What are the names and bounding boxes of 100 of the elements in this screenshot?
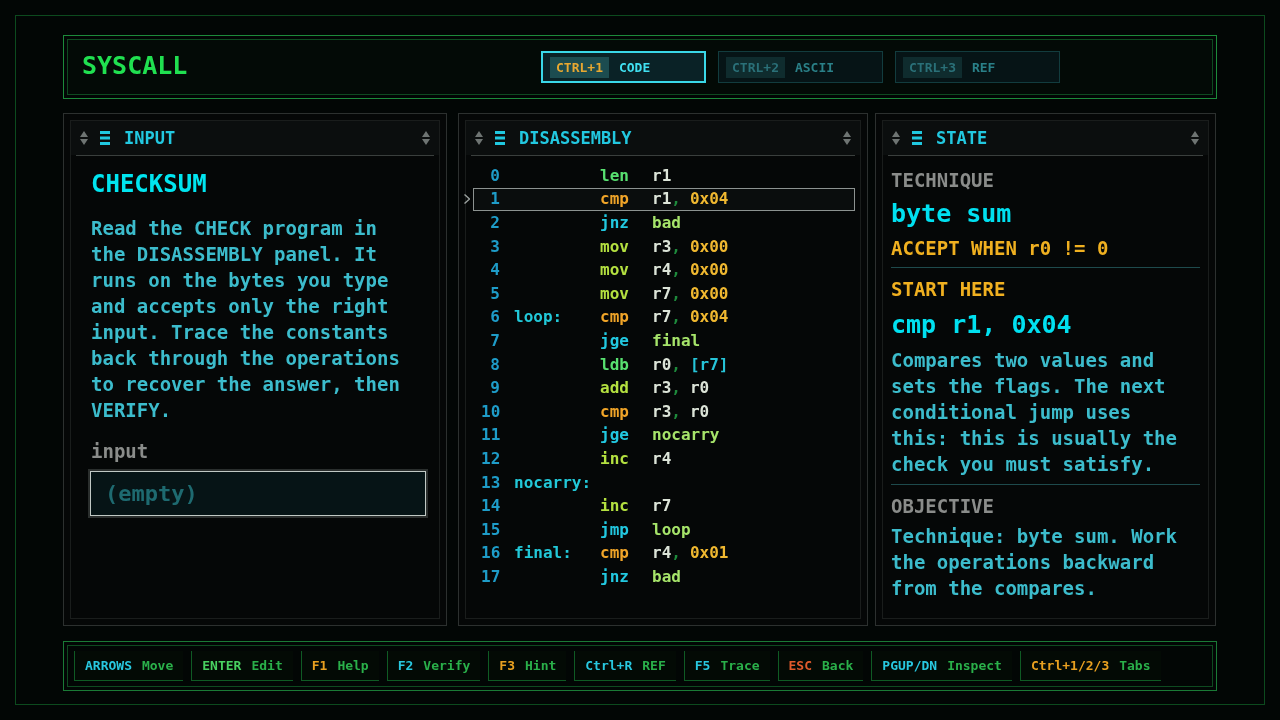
line-number: 9	[489, 377, 500, 400]
action-name: Verify	[423, 659, 471, 672]
operands: r4, 0x01	[652, 542, 729, 565]
challenge-heading: CHECKSUM	[91, 169, 208, 199]
technique-name: byte sum	[891, 199, 1013, 229]
panel-title: STATE	[936, 129, 988, 147]
mnemonic: cmp	[600, 307, 629, 327]
app-title: SYSCALL	[82, 51, 188, 80]
code-line[interactable]: 15 jmp loop	[473, 517, 855, 542]
mnemonic: add	[600, 378, 629, 398]
code-line[interactable]: 7 jge final	[473, 329, 855, 353]
objective-text: Technique: byte sum. Work the operations backward from the compares.	[891, 524, 1178, 601]
instructions-text: Read the CHECK program in the DISASSEMBLY panel. It runs on the bytes you type and accepts only the right input. Trace the constants back through the operations to recover the answer, then VERIFY.	[91, 216, 401, 423]
operands: r1	[652, 164, 672, 187]
field-label: input	[91, 439, 150, 463]
line-number: 5	[489, 282, 500, 305]
tab[interactable]: CTRL+2 ASCII	[718, 51, 883, 83]
key-name: ARROWS	[85, 659, 132, 672]
action-name: Hint	[525, 659, 557, 672]
mnemonic: jnz	[600, 566, 629, 586]
operands: loop	[652, 518, 691, 541]
line-number: 15	[481, 518, 500, 541]
input-field[interactable]: (empty)	[88, 469, 428, 518]
mnemonic: cmp	[600, 401, 629, 421]
code-line[interactable]: 11 jge nocarry	[473, 423, 855, 448]
up-down-arrows-icon	[475, 131, 483, 145]
mnemonic: jnz	[600, 213, 629, 232]
operands: bad	[652, 212, 681, 234]
action-name: Trace	[720, 659, 760, 672]
action-name: Help	[337, 659, 369, 672]
action-name: Inspect	[947, 659, 1002, 672]
start-instruction: cmp r1, 0x04	[891, 310, 1073, 340]
operands: r7, 0x04	[652, 306, 729, 329]
operands: r3, 0x00	[652, 235, 729, 258]
operands: nocarry	[652, 424, 720, 447]
line-number: 17	[481, 565, 500, 588]
accept-condition: ACCEPT WHEN r0 != 0	[891, 236, 1110, 260]
chevron-right-icon	[464, 194, 470, 205]
up-down-arrows-icon	[80, 131, 88, 145]
mnemonic: inc	[600, 496, 629, 516]
code-line[interactable]: 9 add r3, r0	[473, 376, 855, 400]
line-number: 2	[489, 212, 500, 234]
line-number: 8	[489, 353, 500, 376]
panel-title: INPUT	[124, 129, 176, 147]
code-line[interactable]: 13 nocarry:	[473, 470, 855, 495]
key-name: Ctrl+R	[585, 659, 633, 672]
code-label: nocarry:	[514, 472, 592, 492]
operands: r3, r0	[652, 377, 710, 400]
action-name: Tabs	[1119, 659, 1151, 672]
action-name: REF	[642, 659, 666, 672]
key-name: ESC	[788, 659, 813, 672]
key-name: F3	[499, 659, 515, 672]
code-line[interactable]: 14 inc r7	[473, 494, 855, 518]
mnemonic: ldb	[600, 354, 629, 374]
shortcut-badge: CTRL+3	[903, 56, 962, 78]
up-down-arrows-icon	[1191, 131, 1199, 145]
mnemonic: inc	[600, 448, 629, 468]
code-line[interactable]: 10 cmp r3, r0	[473, 399, 855, 424]
up-down-arrows-icon	[422, 131, 430, 145]
code-line[interactable]: 3 mov r3, 0x00	[473, 234, 855, 259]
key-name: F2	[397, 659, 414, 672]
line-number: 3	[489, 235, 500, 258]
section-label: OBJECTIVE	[891, 494, 995, 518]
tab[interactable]: CTRL+3 REF	[895, 51, 1060, 83]
code-line[interactable]: 5 mov r7, 0x00	[473, 281, 855, 306]
code-line[interactable]: 17 jnz bad	[473, 565, 855, 589]
instruction-description: Compares two values and sets the flags. The next conditional jump uses this: this is usually the check you must satisfy.	[891, 348, 1178, 477]
code-line[interactable]: 8 ldb r0, [r7]	[473, 352, 855, 377]
operands: r0, [r7]	[652, 353, 729, 376]
operands: bad	[652, 565, 681, 588]
section-label: START HERE	[891, 277, 1007, 301]
code-label: final:	[514, 543, 572, 563]
code-line[interactable]: 16 final: cmp r4, 0x01	[473, 541, 855, 566]
code-line[interactable]: 4 mov r4, 0x00	[473, 258, 855, 282]
mnemonic: len	[600, 165, 629, 185]
section-label: TECHNIQUE	[891, 168, 995, 192]
code-line[interactable]: 6 loop: cmp r7, 0x04	[473, 305, 855, 330]
operands: r3, r0	[652, 400, 710, 423]
key-name: F5	[694, 659, 711, 672]
mnemonic: cmp	[600, 189, 629, 209]
code-label: loop:	[514, 307, 563, 327]
key-name: PGUP/DN	[882, 659, 938, 672]
code-line[interactable]: 12 inc r4	[473, 447, 855, 471]
line-number: 6	[489, 306, 500, 329]
key-name: F1	[311, 659, 328, 672]
operands: r7, 0x00	[652, 282, 729, 305]
mnemonic: mov	[600, 260, 629, 280]
operands: r1, 0x04	[652, 188, 729, 211]
stacked-bars-icon	[495, 131, 505, 145]
mnemonic: jge	[600, 330, 629, 350]
shortcut-badge: CTRL+2	[726, 56, 785, 78]
code-line[interactable]: 0 len r1	[473, 164, 855, 188]
action-name: Back	[822, 659, 854, 672]
code-line[interactable]: 2 jnz bad	[473, 211, 855, 235]
line-number: 7	[489, 329, 500, 352]
line-number: 0	[489, 164, 500, 187]
tab[interactable]: CTRL+1 CODE	[541, 51, 706, 83]
up-down-arrows-icon	[892, 131, 900, 145]
mnemonic: mov	[600, 283, 629, 303]
operands: final	[652, 329, 701, 352]
